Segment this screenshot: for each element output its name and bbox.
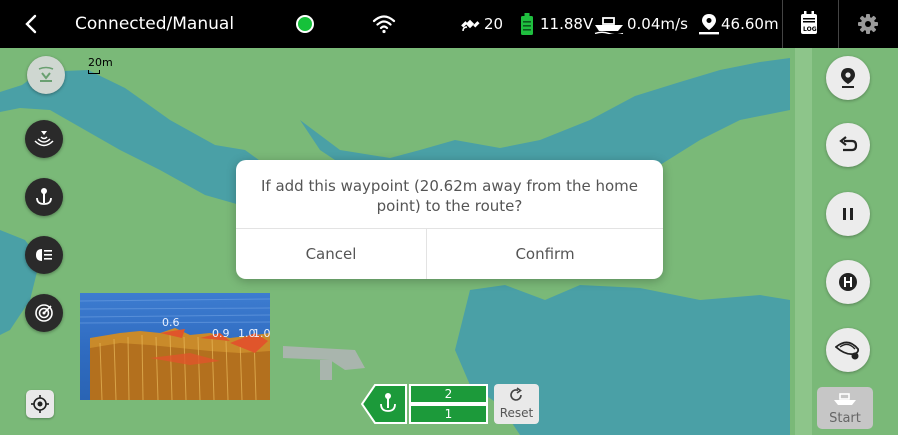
locate-button[interactable] — [26, 390, 54, 418]
cancel-button[interactable]: Cancel — [236, 229, 426, 279]
depth-label: 0.6 — [162, 316, 180, 329]
collapse-button[interactable] — [27, 56, 65, 94]
reset-button[interactable]: Reset — [494, 384, 539, 424]
route-point[interactable]: 1 — [409, 404, 488, 424]
wifi-icon — [372, 15, 396, 34]
return-button[interactable] — [826, 123, 870, 167]
chevron-left-icon[interactable] — [24, 14, 38, 34]
anchor-button[interactable] — [25, 178, 63, 216]
route-point[interactable]: 2 — [409, 384, 488, 404]
connection-status-label: Connected/Manual — [75, 14, 235, 34]
divider — [782, 0, 783, 48]
log-label: LOG — [803, 26, 817, 33]
reset-label: Reset — [499, 406, 534, 420]
return-icon — [839, 136, 858, 152]
route-point-list: 2 1 — [409, 384, 488, 424]
home-button[interactable] — [826, 260, 870, 304]
home-icon — [839, 273, 857, 291]
speed-readout: 0.04m/s — [627, 15, 688, 33]
start-label: Start — [829, 411, 861, 426]
add-waypoint-dialog: If add this waypoint (20.62m away from t… — [236, 160, 663, 279]
voltage-readout: 11.88V — [540, 15, 594, 33]
waypoint-pin-button[interactable] — [826, 56, 870, 100]
gear-icon[interactable] — [858, 14, 878, 34]
distance-readout: 46.60m — [721, 15, 779, 33]
status-bar: Connected/Manual 20 11.88V 0.04m/s 46.60… — [0, 0, 898, 48]
sonar-cast-icon — [34, 131, 54, 147]
dialog-message: If add this waypoint (20.62m away from t… — [260, 177, 639, 215]
collapse-icon — [38, 66, 54, 82]
anchor-icon — [36, 188, 52, 205]
radar-icon — [35, 304, 53, 322]
radar-button[interactable] — [25, 294, 63, 332]
connection-status-dot — [296, 15, 314, 33]
locate-icon — [31, 395, 49, 413]
confirm-button[interactable]: Confirm — [427, 229, 663, 279]
map-scale-label: 20m — [88, 56, 113, 69]
nest-icon — [835, 341, 860, 360]
pause-icon — [843, 208, 853, 220]
headlight-button[interactable] — [25, 236, 63, 274]
sonar-cast-button[interactable] — [25, 120, 63, 158]
boat-speed-icon — [594, 17, 624, 34]
headlight-icon — [36, 249, 52, 261]
waypoint-pin-icon — [841, 68, 855, 88]
route-anchor-button[interactable] — [360, 384, 407, 424]
boat-icon — [834, 393, 856, 405]
sonar-image — [80, 298, 270, 400]
satellite-icon — [461, 19, 480, 32]
start-button[interactable]: Start — [817, 387, 873, 429]
log-button[interactable]: LOG — [800, 11, 818, 35]
pause-button[interactable] — [826, 192, 870, 236]
home-distance-icon — [699, 14, 719, 35]
divider — [838, 0, 839, 48]
nest-button[interactable] — [826, 328, 870, 372]
satellite-count: 20 — [484, 15, 504, 33]
battery-icon — [521, 13, 533, 35]
map-scale-bar — [88, 70, 100, 74]
refresh-icon — [510, 387, 522, 401]
depth-label: 1.0 — [253, 327, 270, 340]
route-tag — [360, 384, 407, 424]
sonar-preview[interactable]: 0.6 0.9 1.0 1.0 — [80, 293, 270, 400]
depth-label: 0.9 — [212, 327, 230, 340]
